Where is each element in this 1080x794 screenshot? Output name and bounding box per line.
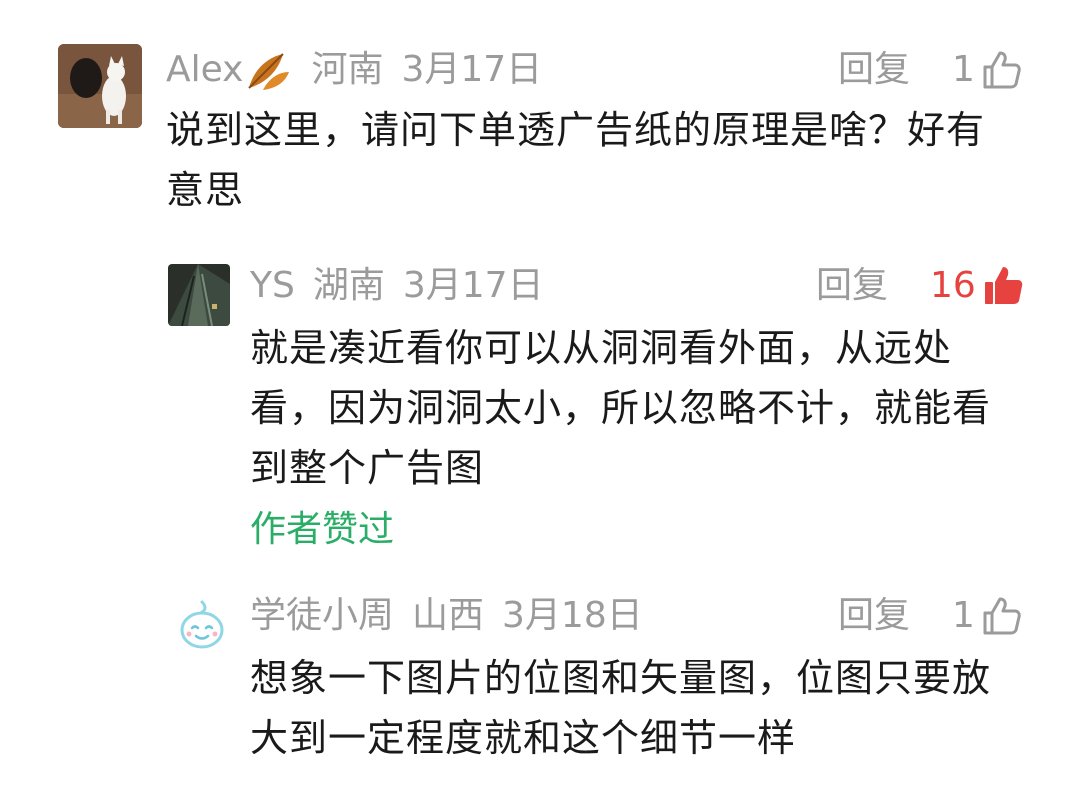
- like-count: 16: [930, 265, 976, 306]
- comment-item: Alex 河南 3月17日 回复 1 说到这里，请问下单透广告纸的原理是啥？好有…: [0, 0, 1080, 230]
- building-photo-avatar-icon: [168, 264, 230, 326]
- username[interactable]: 学徒小周: [250, 594, 394, 638]
- avatar[interactable]: [168, 264, 230, 326]
- comment-item: 学徒小周 山西 3月18日 回复 1 想象一下图片的位图和矢量图，位图只要放大到…: [0, 560, 1080, 794]
- comment-meta: 学徒小周 山西 3月18日: [250, 594, 643, 638]
- comment-text: 说到这里，请问下单透广告纸的原理是啥？好有意思: [166, 108, 986, 212]
- like-count: 1: [952, 49, 975, 90]
- avatar[interactable]: [172, 594, 232, 654]
- thumbs-up-outline-icon: [983, 596, 1021, 636]
- username[interactable]: Alex: [166, 48, 243, 92]
- thumbs-up-outline-icon: [983, 50, 1021, 90]
- thumbs-up-filled-icon: [984, 266, 1024, 306]
- white-cat-avatar-icon: [58, 44, 142, 128]
- date: 3月17日: [401, 49, 543, 90]
- comment-meta: Alex 河南 3月17日: [166, 48, 542, 92]
- fallen-leaf-icon: [243, 48, 293, 92]
- location: 湖南: [312, 265, 385, 306]
- like-button[interactable]: 1: [952, 48, 1021, 92]
- reply-button[interactable]: 回复: [838, 48, 910, 92]
- comment-text: 就是凑近看你可以从洞洞看外面，从远处看，因为洞洞太小，所以忽略不计，就能看到整个…: [250, 326, 992, 490]
- like-button[interactable]: 1: [952, 594, 1021, 638]
- avatar[interactable]: [58, 44, 142, 128]
- reply-button[interactable]: 回复: [816, 264, 888, 308]
- author-liked-badge: 作者赞过: [250, 509, 395, 550]
- comment-meta: YS 湖南 3月17日: [250, 264, 544, 308]
- location: 河南: [311, 49, 384, 90]
- username[interactable]: YS: [250, 264, 295, 308]
- date: 3月18日: [502, 595, 643, 636]
- like-button[interactable]: 16: [930, 264, 1024, 308]
- reply-button[interactable]: 回复: [838, 594, 910, 638]
- like-count: 1: [952, 595, 975, 636]
- date: 3月17日: [402, 265, 544, 306]
- comment-item: YS 湖南 3月17日 回复 16 就是凑近看你可以从洞洞看外面，从远处看，因为…: [0, 230, 1080, 560]
- comment-text: 想象一下图片的位图和矢量图，位图只要放大到一定程度就和这个细节一样: [250, 656, 992, 760]
- cartoon-face-avatar-icon: [172, 594, 232, 654]
- location: 山西: [412, 595, 485, 636]
